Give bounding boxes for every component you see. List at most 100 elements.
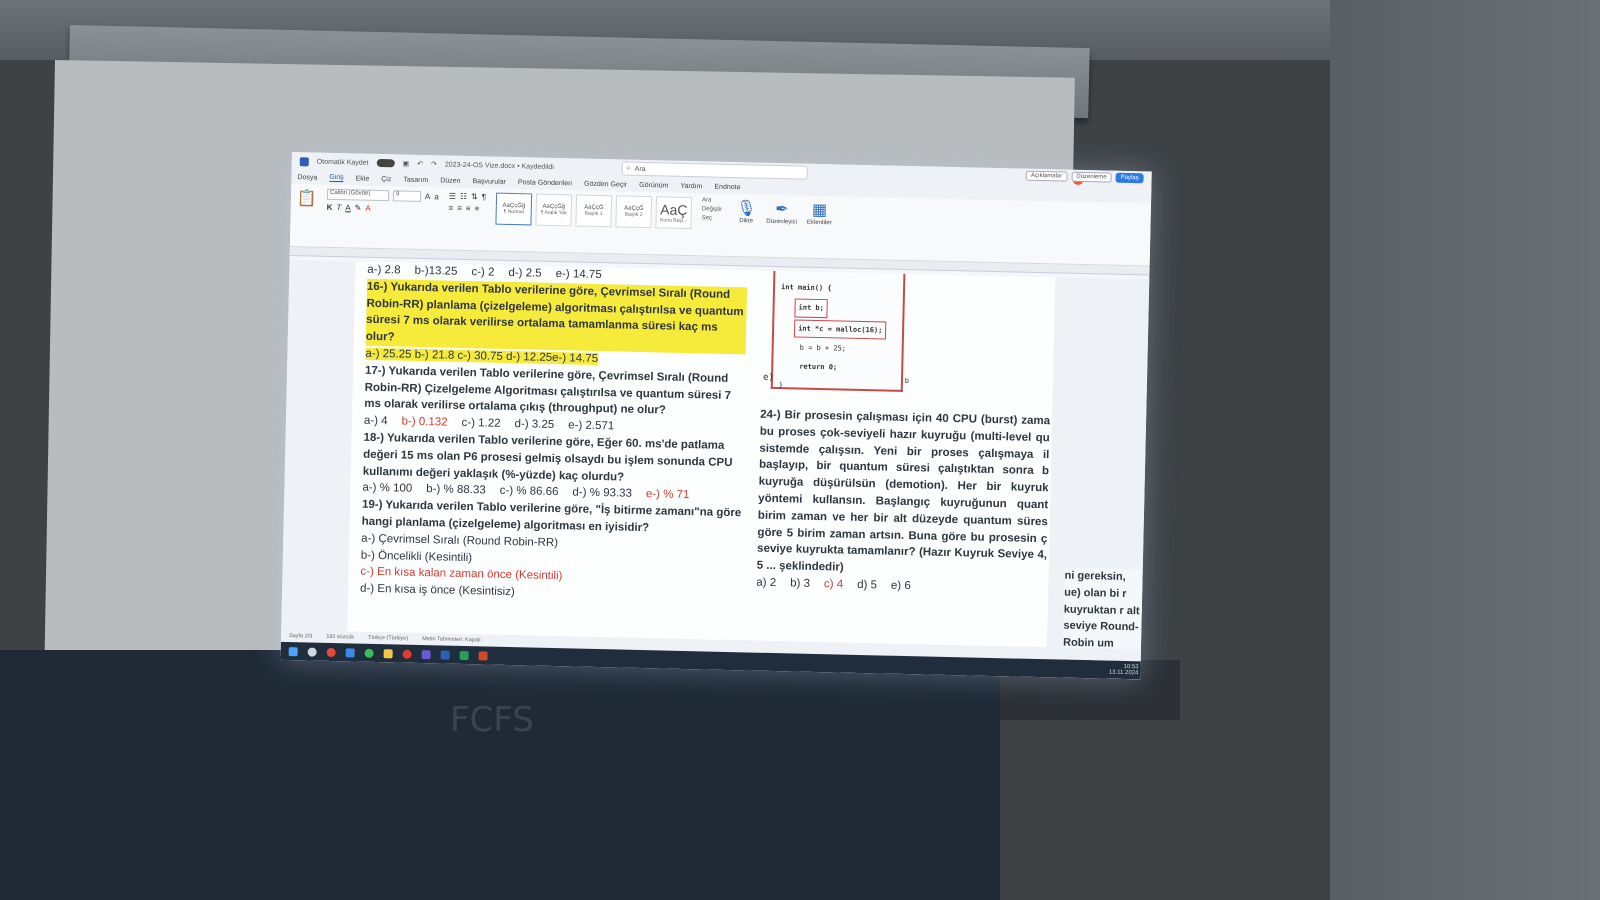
align-center-icon[interactable]: ≡ [457, 204, 462, 213]
clock[interactable]: 10:53 13.11.2024 [1109, 664, 1139, 676]
whatsapp-icon[interactable] [364, 648, 374, 658]
select-button[interactable]: Seç [702, 215, 722, 221]
answer-option: b-) 0.132 [401, 415, 448, 429]
comments-button[interactable]: Açıklamalar [1025, 170, 1068, 182]
numbering-icon[interactable]: ☷ [460, 192, 467, 201]
status-predictions[interactable]: Metin Tahminleri: Kapalı [422, 636, 481, 643]
code-line: int b; [794, 298, 829, 318]
answer-option: c-) % 86.66 [499, 485, 559, 499]
addins-button[interactable]: ▦ Eklentiler [807, 200, 832, 226]
answer-option: a-) 4 [363, 414, 388, 428]
sort-icon[interactable]: ⇅ [471, 192, 478, 201]
menu-item-view[interactable]: Görünüm [639, 181, 668, 189]
underline-icon[interactable]: A [345, 203, 351, 212]
style-label: Konu Başl... [660, 217, 688, 224]
menu-item-design[interactable]: Tasarım [403, 176, 428, 184]
document-title[interactable]: 2023-24-OS Vize.docx • Kaydedildi [445, 161, 554, 170]
menu-item-draw[interactable]: Çiz [381, 176, 391, 183]
search-box[interactable]: ⌕ Ara [621, 161, 808, 180]
dictate-button[interactable]: 🎙 Dikte [736, 198, 757, 224]
chrome-icon[interactable] [326, 647, 336, 657]
font-size-select[interactable]: 9 [392, 190, 422, 202]
code-line: return 0; [799, 362, 838, 372]
menu-item-help[interactable]: Yardım [680, 182, 702, 189]
menu-item-home[interactable]: Giriş [329, 173, 344, 183]
question-16-answers: a-) 25.25 b-) 21.8 c-) 30.75 d-) 12.25e-… [365, 347, 599, 365]
room-wall [1330, 0, 1600, 900]
shrink-font-icon[interactable]: a [434, 192, 439, 201]
answer-option: e-) 2.571 [568, 419, 615, 433]
style-sample: AaÇ [660, 201, 688, 218]
paragraph-group: ☰ ☷ ⇅ ¶ ≡ ≡ ≡ ≡ [448, 192, 486, 214]
bold-icon[interactable]: K [327, 203, 333, 212]
justify-icon[interactable]: ≡ [474, 204, 479, 213]
app-icon[interactable] [402, 649, 412, 659]
style-normal[interactable]: AaÇçĞğ ¶ Normal [495, 192, 533, 226]
status-page[interactable]: Sayfa 2/3 [289, 633, 312, 640]
replace-button[interactable]: Değiştir [702, 206, 722, 212]
grow-font-icon[interactable]: A [425, 192, 431, 201]
status-language[interactable]: Türkçe (Türkiye) [368, 635, 408, 642]
save-icon[interactable]: ▣ [402, 160, 409, 168]
font-name-select[interactable]: Calibri (Gövde) [326, 188, 390, 202]
style-title[interactable]: AaÇ Konu Başl... [655, 196, 693, 230]
status-words[interactable]: 192 sözcük [326, 634, 354, 641]
autosave-toggle[interactable] [376, 158, 395, 168]
answer-option: d) 5 [857, 578, 878, 592]
undo-icon[interactable]: ↶ [417, 160, 423, 168]
font-color-icon[interactable]: A [365, 204, 371, 213]
search-icon[interactable] [307, 646, 317, 657]
ribbon-right-group: 🎙 Dikte ✒ Düzenleyici ▦ Eklentiler [736, 198, 832, 226]
figure-label: e) [762, 372, 774, 384]
question-17: 17-) Yukarıda verilen Tablo verilerine g… [364, 364, 732, 417]
highlight-icon[interactable]: ✎ [355, 203, 362, 212]
menu-item-insert[interactable]: Ekle [356, 175, 370, 182]
menu-item-mailings[interactable]: Posta Gönderileri [518, 179, 572, 187]
search-placeholder: Ara [634, 165, 646, 173]
figure-label: b [904, 377, 910, 386]
dictate-label: Dikte [739, 218, 754, 225]
align-right-icon[interactable]: ≡ [466, 204, 471, 213]
font-group: Calibri (Gövde) 9 A a K T A ✎ A [326, 188, 439, 215]
answer-option: a) 2 [756, 576, 777, 590]
style-heading-2[interactable]: AaÇçĞ Başlık 2 [615, 195, 653, 229]
search-icon: ⌕ [626, 164, 631, 172]
folder-icon[interactable] [383, 648, 393, 658]
answer-option: d-) 3.25 [514, 418, 555, 432]
editor-label: Düzenleyici [766, 218, 798, 226]
menu-item-layout[interactable]: Düzen [440, 177, 460, 184]
redo-icon[interactable]: ↷ [431, 160, 437, 168]
answer-option: e-) % 71 [645, 488, 690, 502]
menu-item-references[interactable]: Başvurular [472, 178, 506, 186]
answer-option: b) 3 [790, 577, 811, 590]
answer-option: b-) % 88.33 [426, 483, 486, 497]
style-heading-1[interactable]: AaÇçĞ Başlık 1 [575, 194, 613, 228]
share-button[interactable]: Paylaş [1115, 172, 1144, 184]
word-window: Otomatik Kaydet ▣ ↶ ↷ 2023-24-OS Vize.do… [280, 152, 1152, 680]
answer-option: e) 6 [890, 579, 911, 593]
align-left-icon[interactable]: ≡ [448, 204, 453, 213]
app-icon[interactable] [421, 649, 431, 659]
bullets-icon[interactable]: ☰ [449, 192, 456, 201]
editor-pen-icon: ✒ [774, 200, 789, 219]
find-button[interactable]: Ara [702, 197, 722, 203]
style-no-spacing[interactable]: AaÇçĞğ ¶ Aralık Yok [535, 193, 573, 227]
answer-option: c-) 2 [471, 266, 495, 279]
menu-item-endnote[interactable]: Endnote [714, 183, 740, 191]
italic-icon[interactable]: T [336, 203, 341, 212]
editor-button[interactable]: ✒ Düzenleyici [766, 199, 798, 226]
word-icon[interactable] [440, 650, 450, 660]
answer-option: c) 4 [823, 578, 844, 591]
menu-item-file[interactable]: Dosya [297, 174, 317, 181]
powerpoint-icon[interactable] [478, 650, 488, 661]
excel-icon[interactable] [459, 650, 469, 660]
editing-button[interactable]: Düzenleme [1071, 171, 1112, 183]
pilcrow-icon[interactable]: ¶ [482, 192, 486, 201]
start-icon[interactable] [288, 646, 298, 656]
clipboard-group: 📋 [297, 188, 317, 208]
paste-icon[interactable]: 📋 [297, 188, 317, 208]
edge-icon[interactable] [345, 647, 355, 658]
editing-group: Ara Değiştir Seç [702, 197, 723, 221]
answer-option: d-) % 93.33 [572, 486, 633, 501]
menu-item-review[interactable]: Gözden Geçir [584, 180, 627, 188]
